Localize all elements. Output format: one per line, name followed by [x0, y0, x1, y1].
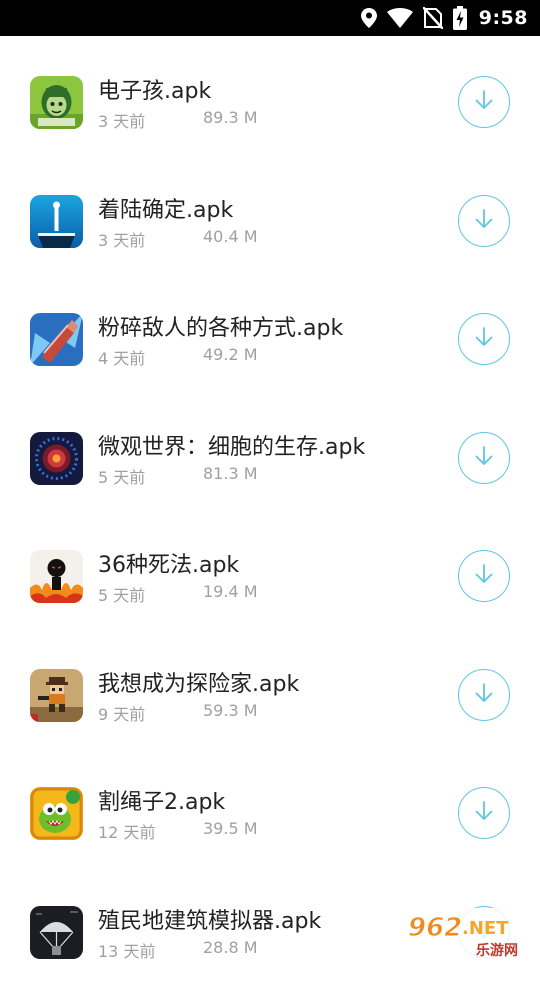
status-bar: 9:58: [0, 0, 540, 36]
list-item[interactable]: 电子孩.apk 3 天前 89.3 M: [0, 36, 540, 155]
colony-parachute-icon: [30, 906, 83, 959]
file-name: 36种死法.apk: [98, 547, 239, 579]
file-age: 3 天前: [98, 227, 145, 251]
svg-text:.NET: .NET: [462, 918, 509, 939]
file-size: 19.4 M: [203, 582, 258, 601]
file-age: 4 天前: [98, 345, 145, 369]
microbe-cell-icon: [30, 432, 83, 485]
file-size: 81.3 M: [203, 464, 258, 483]
download-arrow-icon: [473, 800, 495, 826]
download-arrow-icon: [473, 89, 495, 115]
file-age: 5 天前: [98, 464, 145, 488]
download-arrow-icon: [473, 208, 495, 234]
list-item[interactable]: 我想成为探险家.apk 9 天前 59.3 M: [0, 629, 540, 748]
list-item[interactable]: 着陆确定.apk 3 天前 40.4 M: [0, 155, 540, 274]
om-nom-icon: [30, 787, 83, 840]
battery-charging-icon: [453, 6, 467, 30]
watermark-logo: 962 .NET 乐游网: [400, 906, 540, 960]
download-arrow-icon: [473, 682, 495, 708]
download-list: 电子孩.apk 3 天前 89.3 M: [0, 36, 540, 984]
file-size: 39.5 M: [203, 819, 258, 838]
bullet-smash-icon: [30, 313, 83, 366]
download-button[interactable]: [458, 76, 510, 128]
download-arrow-icon: [473, 326, 495, 352]
file-name: 粉碎敌人的各种方式.apk: [98, 310, 343, 342]
file-name: 我想成为探险家.apk: [98, 666, 299, 698]
svg-text:962: 962: [408, 913, 462, 943]
wifi-icon: [387, 8, 413, 28]
download-button[interactable]: [458, 787, 510, 839]
download-button[interactable]: [458, 669, 510, 721]
file-age: 13 天前: [98, 938, 155, 962]
file-name: 殖民地建筑模拟器.apk: [98, 903, 321, 935]
file-age: 12 天前: [98, 819, 155, 843]
download-arrow-icon: [473, 563, 495, 589]
list-item[interactable]: 割绳子2.apk 12 天前 39.5 M: [0, 747, 540, 866]
download-arrow-icon: [473, 445, 495, 471]
status-time: 9:58: [479, 7, 528, 29]
pixel-explorer-icon: [30, 669, 83, 722]
file-size: 49.2 M: [203, 345, 258, 364]
download-button[interactable]: [458, 195, 510, 247]
location-icon: [361, 8, 377, 28]
file-name: 割绳子2.apk: [98, 784, 225, 816]
download-button[interactable]: [458, 432, 510, 484]
list-item[interactable]: 微观世界：细胞的生存.apk 5 天前 81.3 M: [0, 392, 540, 511]
file-size: 28.8 M: [203, 938, 258, 957]
status-icons: 9:58: [361, 0, 528, 36]
file-name: 微观世界：细胞的生存.apk: [98, 429, 365, 461]
stickman-fire-icon: [30, 550, 83, 603]
file-age: 5 天前: [98, 582, 145, 606]
landing-pillar-icon: [30, 195, 83, 248]
download-button[interactable]: [458, 550, 510, 602]
zombie-girl-icon: [30, 76, 83, 129]
no-sim-icon: [423, 7, 443, 29]
file-size: 59.3 M: [203, 701, 258, 720]
file-name: 着陆确定.apk: [98, 192, 233, 224]
svg-text:乐游网: 乐游网: [476, 942, 518, 959]
file-name: 电子孩.apk: [98, 73, 211, 105]
file-size: 40.4 M: [203, 227, 258, 246]
file-age: 9 天前: [98, 701, 145, 725]
file-age: 3 天前: [98, 108, 145, 132]
file-size: 89.3 M: [203, 108, 258, 127]
list-item[interactable]: 36种死法.apk 5 天前 19.4 M: [0, 510, 540, 629]
list-item[interactable]: 粉碎敌人的各种方式.apk 4 天前 49.2 M: [0, 273, 540, 392]
download-button[interactable]: [458, 313, 510, 365]
